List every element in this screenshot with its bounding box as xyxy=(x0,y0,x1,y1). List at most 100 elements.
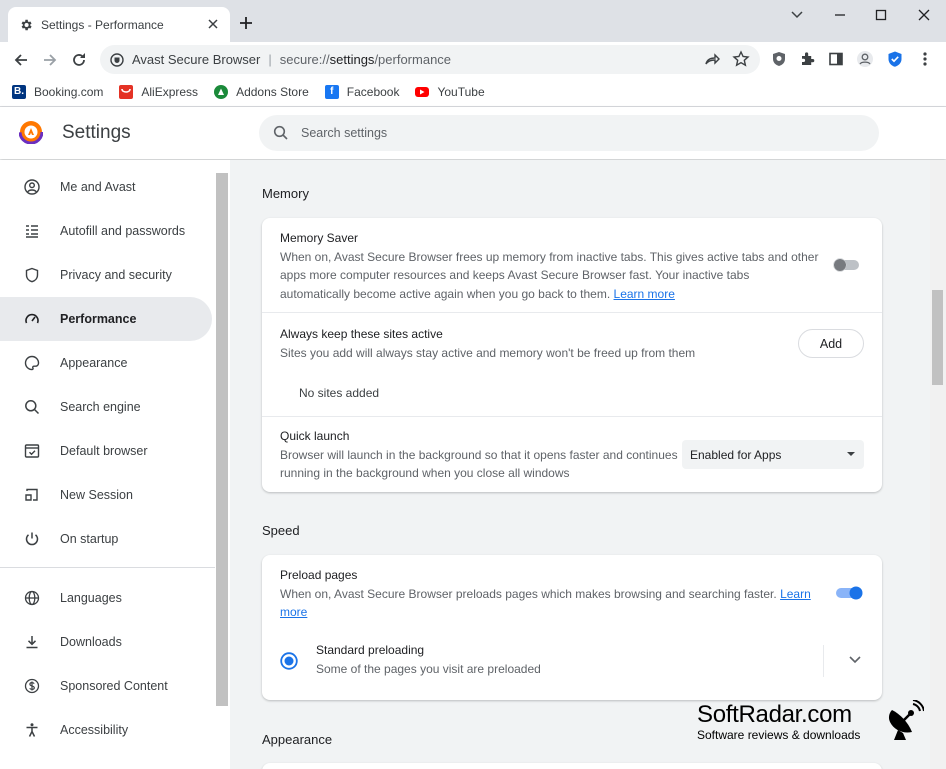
satellite-dish-icon xyxy=(886,700,924,742)
share-icon[interactable] xyxy=(703,50,721,68)
sidebar-item-autofill[interactable]: Autofill and passwords xyxy=(0,209,212,253)
address-bar[interactable]: Avast Secure Browser | secure://settings… xyxy=(100,45,760,74)
bookmark-youtube[interactable]: YouTube xyxy=(415,84,485,99)
dollar-icon xyxy=(24,678,40,694)
sidebar-item-privacy[interactable]: Privacy and security xyxy=(0,253,212,297)
sidebar-item-label: Autofill and passwords xyxy=(60,224,186,238)
sidebar-item-new-session[interactable]: New Session xyxy=(0,473,212,517)
back-icon[interactable] xyxy=(11,50,31,70)
standard-preloading-title: Standard preloading xyxy=(316,643,425,657)
settings-sidebar: Me and Avast Autofill and passwords Priv… xyxy=(0,160,230,769)
sidebar-item-accessibility[interactable]: Accessibility xyxy=(0,708,212,752)
memory-card: Memory Saver When on, Avast Secure Brows… xyxy=(262,218,882,492)
bookmark-booking[interactable]: B. Booking.com xyxy=(12,84,103,99)
sidebar-item-label: Privacy and security xyxy=(60,268,172,282)
sidebar-item-label: Languages xyxy=(60,591,122,605)
sidebar-item-on-startup[interactable]: On startup xyxy=(0,517,212,561)
sidebar-item-label: Accessibility xyxy=(60,723,129,737)
settings-main: Memory Memory Saver When on, Avast Secur… xyxy=(230,160,930,769)
divider xyxy=(823,645,824,677)
sidebar-item-label: Default browser xyxy=(60,444,148,458)
sidebar-item-label: Me and Avast xyxy=(60,180,136,194)
standard-preloading-desc: Some of the pages you visit are preloade… xyxy=(316,661,541,676)
new-tab-button[interactable] xyxy=(236,13,256,33)
sidebar-item-sponsored-content[interactable]: Sponsored Content xyxy=(0,664,212,708)
bookmark-addons-store[interactable]: Addons Store xyxy=(214,84,309,99)
add-site-button[interactable]: Add xyxy=(798,329,864,358)
search-placeholder: Search settings xyxy=(301,126,388,140)
main-scrollbar-thumb[interactable] xyxy=(932,290,943,385)
close-tab-icon[interactable] xyxy=(206,17,220,31)
close-window-icon[interactable] xyxy=(913,6,935,24)
bookmark-aliexpress[interactable]: AliExpress xyxy=(119,84,198,99)
sidebar-item-default-browser[interactable]: Default browser xyxy=(0,429,212,473)
preload-toggle[interactable] xyxy=(835,586,863,600)
menu-kebab-icon[interactable] xyxy=(916,50,934,68)
memory-saver-title: Memory Saver xyxy=(280,231,359,245)
standard-preloading-row: Standard preloading Some of the pages yo… xyxy=(316,641,776,678)
reload-icon[interactable] xyxy=(69,50,89,70)
quick-launch-desc-1: Browser will launch in the background so… xyxy=(280,447,678,462)
keep-active-title: Always keep these sites active xyxy=(280,327,443,341)
keep-active-desc: Sites you add will always stay active an… xyxy=(280,345,696,360)
divider xyxy=(262,416,882,417)
sidebar-scrollbar[interactable] xyxy=(216,173,228,706)
settings-title: Settings xyxy=(62,122,131,143)
side-panel-icon[interactable] xyxy=(827,50,845,68)
search-settings-input[interactable]: Search settings xyxy=(259,115,879,151)
more-link[interactable]: more xyxy=(280,605,307,619)
sidebar-item-appearance[interactable]: Appearance xyxy=(0,341,212,385)
tab-title: Settings - Performance xyxy=(41,17,164,32)
bookmark-star-icon[interactable] xyxy=(732,50,750,68)
tab-search-icon[interactable] xyxy=(786,6,808,24)
minimize-icon[interactable] xyxy=(829,6,851,24)
bookmarks-bar: B. Booking.com AliExpress Addons Store f… xyxy=(0,77,946,107)
browser-icon xyxy=(24,444,40,458)
avast-logo-icon xyxy=(19,120,43,144)
sidebar-divider xyxy=(0,567,215,568)
forward-icon[interactable] xyxy=(40,50,60,70)
search-icon xyxy=(25,400,40,415)
site-info-icon[interactable] xyxy=(110,52,124,67)
extensions-puzzle-icon[interactable] xyxy=(799,50,817,68)
aliexpress-icon xyxy=(119,84,134,99)
omnibox-url-suffix: /performance xyxy=(374,52,452,67)
sidebar-item-label: Search engine xyxy=(60,400,141,414)
sidebar-item-search-engine[interactable]: Search engine xyxy=(0,385,212,429)
extension-shield-icon[interactable] xyxy=(770,50,788,68)
standard-preloading-radio[interactable] xyxy=(280,652,298,670)
dropdown-arrow-icon xyxy=(847,452,855,456)
addons-store-icon xyxy=(214,84,229,99)
quick-launch-select[interactable]: Enabled for Apps xyxy=(682,440,864,469)
sidebar-item-languages[interactable]: Languages xyxy=(0,576,212,620)
section-heading-speed: Speed xyxy=(262,523,300,538)
profile-avatar-icon[interactable] xyxy=(856,50,874,68)
section-heading-memory: Memory xyxy=(262,186,309,201)
memory-saver-row: Memory Saver When on, Avast Secure Brows… xyxy=(280,229,820,303)
bookmark-facebook[interactable]: f Facebook xyxy=(324,84,400,99)
bookmark-label: YouTube xyxy=(437,84,485,99)
main-scrollbar-track[interactable] xyxy=(930,160,946,769)
tab-settings[interactable]: Settings - Performance xyxy=(8,7,230,42)
omnibox-url-main: settings xyxy=(329,52,375,67)
learn-more-link[interactable]: Learn more xyxy=(614,287,675,301)
sidebar-item-performance[interactable]: Performance xyxy=(0,297,212,341)
maximize-icon[interactable] xyxy=(870,6,892,24)
learn-link[interactable]: Learn xyxy=(780,587,811,601)
bookmark-label: Facebook xyxy=(346,84,400,99)
omnibox-separator: | xyxy=(268,52,272,67)
sidebar-item-me-and-avast[interactable]: Me and Avast xyxy=(0,165,212,209)
expand-chevron-icon[interactable] xyxy=(848,655,862,665)
accessibility-icon xyxy=(26,723,38,737)
security-shield-icon[interactable] xyxy=(886,50,904,68)
keep-active-row: Always keep these sites active Sites you… xyxy=(280,325,780,362)
memory-saver-desc-2: apps more computer resources and keeps A… xyxy=(280,268,750,282)
gear-icon xyxy=(19,18,33,32)
booking-icon: B. xyxy=(12,84,26,99)
sidebar-item-downloads[interactable]: Downloads xyxy=(0,620,212,664)
memory-saver-toggle[interactable] xyxy=(833,258,861,272)
speed-card: Preload pages When on, Avast Secure Brow… xyxy=(262,555,882,700)
sidebar-item-label: Sponsored Content xyxy=(60,679,168,693)
preload-row: Preload pages When on, Avast Secure Brow… xyxy=(280,566,825,622)
globe-icon xyxy=(24,590,40,606)
